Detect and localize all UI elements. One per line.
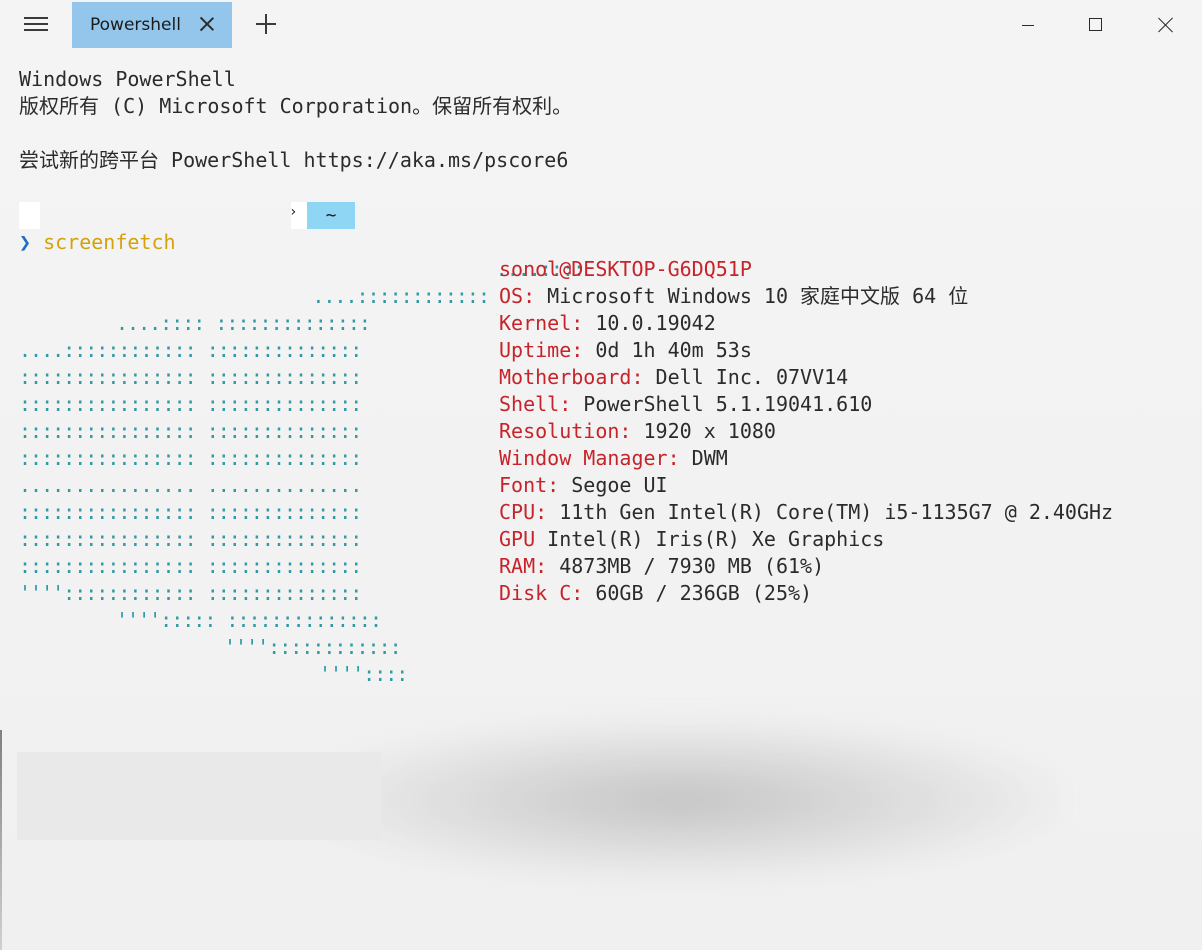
- info-key: CPU:: [499, 500, 548, 524]
- info-key: Shell:: [499, 392, 572, 416]
- plus-icon[interactable]: [256, 14, 276, 34]
- info-key: Kernel:: [499, 311, 584, 335]
- close-icon[interactable]: [198, 15, 216, 33]
- info-value: 60GB / 236GB (25%): [583, 581, 813, 605]
- logo-line: ''''::::::::::::: [224, 635, 402, 659]
- info-row-os: OS: Microsoft Windows 10 家庭中文版 64 位: [499, 283, 1113, 310]
- prompt-separator-icon: ›: [289, 204, 298, 220]
- info-value: 11th Gen Intel(R) Core(TM) i5-1135G7 @ 2…: [547, 500, 1114, 524]
- blurred-shadow: [300, 720, 1060, 880]
- info-row-kernel: Kernel: 10.0.19042: [499, 310, 1113, 337]
- command-text: screenfetch: [43, 230, 176, 254]
- hamburger-icon[interactable]: [14, 6, 58, 44]
- info-value: Dell Inc. 07VV14: [643, 365, 849, 389]
- info-key: Window Manager:: [499, 446, 680, 470]
- info-value: PowerShell 5.1.19041.610: [571, 392, 873, 416]
- info-row-resolution: Resolution: 1920 x 1080: [499, 418, 1113, 445]
- blurred-background: [0, 700, 1202, 950]
- info-row-gpu: GPU Intel(R) Iris(R) Xe Graphics: [499, 526, 1113, 553]
- info-value: Intel(R) Iris(R) Xe Graphics: [535, 527, 885, 551]
- logo-line: ''''::::: [319, 662, 408, 686]
- info-row-font: Font: Segoe UI: [499, 472, 1113, 499]
- info-key: RAM:: [499, 554, 548, 578]
- prompt-chevron-icon: ❯: [19, 230, 32, 254]
- info-value: DWM: [679, 446, 728, 470]
- info-row-disk: Disk C: 60GB / 236GB (25%): [499, 580, 1113, 607]
- info-key: Font:: [499, 473, 560, 497]
- window-edge: [0, 730, 2, 950]
- minimize-icon[interactable]: [994, 0, 1062, 50]
- info-row-ram: RAM: 4873MB / 7930 MB (61%): [499, 553, 1113, 580]
- blurred-panel: [17, 752, 381, 840]
- info-key: Motherboard:: [499, 365, 644, 389]
- tab-label: Powershell: [90, 15, 181, 35]
- info-key: Disk C:: [499, 581, 584, 605]
- info-value: Microsoft Windows 10 家庭中文版 64 位: [535, 284, 969, 308]
- info-key: Resolution:: [499, 419, 632, 443]
- info-row-shell: Shell: PowerShell 5.1.19041.610: [499, 391, 1113, 418]
- terminal-window: Powershell Windows PowerShell 版权所有 (C) M…: [0, 0, 1202, 950]
- info-row-uptime: Uptime: 0d 1h 40m 53s: [499, 337, 1113, 364]
- command-line[interactable]: ❯ screenfetch: [19, 229, 176, 256]
- close-icon[interactable]: [1131, 0, 1199, 50]
- system-info: sonol@DESKTOP-G6DQ51P OS: Microsoft Wind…: [499, 256, 1113, 607]
- output-line: 尝试新的跨平台 PowerShell https://aka.ms/pscore…: [19, 148, 569, 172]
- prompt-directory: ~: [307, 202, 355, 229]
- info-value: 10.0.19042: [583, 311, 716, 335]
- title-bar[interactable]: Powershell: [0, 0, 1202, 50]
- info-value: 1920 x 1080: [631, 419, 776, 443]
- info-value: 0d 1h 40m 53s: [583, 338, 752, 362]
- output-line: Windows PowerShell: [19, 67, 236, 91]
- prompt-segment: [19, 202, 40, 229]
- output-line: 版权所有 (C) Microsoft Corporation。保留所有权利。: [19, 94, 573, 118]
- info-row-cpu: CPU: 11th Gen Intel(R) Core(TM) i5-1135G…: [499, 499, 1113, 526]
- info-value: 4873MB / 7930 MB (61%): [547, 554, 825, 578]
- tab-powershell[interactable]: Powershell: [72, 2, 232, 48]
- info-row-motherboard: Motherboard: Dell Inc. 07VV14: [499, 364, 1113, 391]
- logo-line: ''''::::: ::::::::::::::: [116, 608, 382, 632]
- prompt-segment: ›: [289, 202, 307, 229]
- info-value: Segoe UI: [559, 473, 668, 497]
- info-key: OS:: [499, 284, 536, 308]
- info-key: GPU: [499, 527, 536, 551]
- info-key: Uptime:: [499, 338, 584, 362]
- user-host: sonol@DESKTOP-G6DQ51P: [499, 257, 752, 281]
- maximize-icon[interactable]: [1062, 0, 1130, 50]
- info-row-window-manager: Window Manager: DWM: [499, 445, 1113, 472]
- terminal-output[interactable]: Windows PowerShell 版权所有 (C) Microsoft Co…: [19, 66, 1189, 174]
